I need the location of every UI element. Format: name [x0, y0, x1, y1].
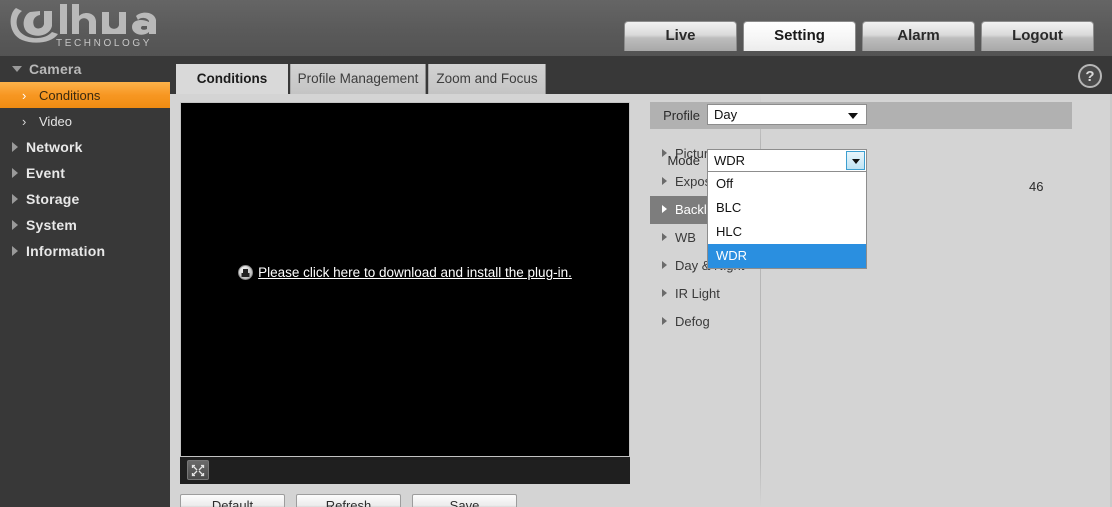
- triangle-right-icon: [662, 177, 667, 185]
- conditions-item-ir-light[interactable]: IR Light: [650, 280, 760, 308]
- chevron-down-icon[interactable]: [846, 151, 865, 170]
- sidebar-group-label: Network: [26, 139, 83, 155]
- mode-option-wdr[interactable]: WDR: [708, 244, 866, 268]
- sidebar-group-label: Information: [26, 243, 106, 259]
- fullscreen-icon[interactable]: [187, 460, 209, 480]
- triangle-right-icon: [12, 142, 18, 152]
- top-navigation: Live Setting Alarm Logout: [624, 21, 1094, 51]
- mode-option-off[interactable]: Off: [708, 172, 866, 196]
- sidebar-item-label: Video: [39, 113, 73, 129]
- sidebar-group-label: Event: [26, 165, 66, 181]
- triangle-down-icon: [12, 66, 22, 72]
- sidebar-group-label: Camera: [29, 61, 82, 77]
- mode-label: Mode: [667, 153, 700, 168]
- chevron-right-icon: ›: [22, 113, 27, 129]
- sidebar-group-camera[interactable]: Camera: [0, 56, 170, 82]
- triangle-right-icon: [662, 233, 667, 241]
- tab-zoom-and-focus[interactable]: Zoom and Focus: [428, 64, 546, 94]
- chevron-right-icon: ›: [22, 87, 27, 103]
- sidebar-group-network[interactable]: Network: [0, 134, 170, 160]
- wdr-level-value: 46: [1029, 179, 1044, 194]
- dahua-logo: TECHNOLOGY: [8, 2, 188, 50]
- tab-conditions[interactable]: Conditions: [176, 64, 288, 94]
- sidebar-group-label: System: [26, 217, 78, 233]
- profile-label: Profile: [663, 108, 700, 123]
- conditions-item-label: Defog: [675, 314, 710, 329]
- triangle-right-icon: [12, 194, 18, 204]
- triangle-right-icon: [662, 261, 667, 269]
- plugin-message: Please click here to download and instal…: [258, 265, 572, 280]
- mode-dropdown-options: Off BLC HLC WDR: [707, 172, 867, 269]
- svg-text:TECHNOLOGY: TECHNOLOGY: [56, 38, 152, 49]
- triangle-right-icon: [12, 220, 18, 230]
- video-toolbar: [180, 457, 630, 484]
- mode-option-hlc[interactable]: HLC: [708, 220, 866, 244]
- sidebar-item-label: Conditions: [39, 87, 101, 103]
- profile-value: Day: [714, 107, 738, 122]
- nav-tab-logout[interactable]: Logout: [981, 21, 1094, 51]
- content-tabbar: Conditions Profile Management Zoom and F…: [170, 56, 1112, 94]
- save-button[interactable]: Save: [412, 494, 517, 507]
- nav-tab-setting[interactable]: Setting: [743, 21, 856, 51]
- help-icon[interactable]: ?: [1078, 64, 1102, 88]
- chevron-down-icon: [848, 113, 858, 119]
- conditions-item-label: WB: [675, 230, 696, 245]
- mode-select[interactable]: WDR: [707, 149, 867, 172]
- triangle-right-icon: [12, 168, 18, 178]
- tab-profile-management[interactable]: Profile Management: [290, 64, 426, 94]
- refresh-button[interactable]: Refresh: [296, 494, 401, 507]
- video-preview[interactable]: Please click here to download and instal…: [180, 102, 630, 457]
- triangle-right-icon: [662, 317, 667, 325]
- sidebar-item-video[interactable]: › Video: [0, 108, 170, 134]
- triangle-right-icon: [662, 289, 667, 297]
- profile-select[interactable]: Day: [707, 104, 867, 125]
- action-buttons: Default Refresh Save: [180, 494, 517, 507]
- sidebar-group-label: Storage: [26, 191, 80, 207]
- sidebar-group-system[interactable]: System: [0, 212, 170, 238]
- sidebar-group-storage[interactable]: Storage: [0, 186, 170, 212]
- mode-option-blc[interactable]: BLC: [708, 196, 866, 220]
- conditions-item-label: IR Light: [675, 286, 720, 301]
- sidebar: Camera › Conditions › Video Network Even…: [0, 56, 170, 507]
- dahua-camera-settings-page: TECHNOLOGY Live Setting Alarm Logout Cam…: [0, 0, 1112, 507]
- plugin-download-link[interactable]: Please click here to download and instal…: [181, 265, 629, 280]
- page-header: TECHNOLOGY Live Setting Alarm Logout: [0, 0, 1112, 56]
- nav-tab-alarm[interactable]: Alarm: [862, 21, 975, 51]
- mode-value: WDR: [714, 153, 746, 168]
- triangle-right-icon: [12, 246, 18, 256]
- nav-tab-live[interactable]: Live: [624, 21, 737, 51]
- conditions-item-defog[interactable]: Defog: [650, 308, 760, 336]
- sidebar-group-event[interactable]: Event: [0, 160, 170, 186]
- triangle-right-icon: [662, 205, 667, 213]
- download-icon: [238, 265, 254, 280]
- sidebar-group-information[interactable]: Information: [0, 238, 170, 264]
- sidebar-item-conditions[interactable]: › Conditions: [0, 82, 170, 108]
- default-button[interactable]: Default: [180, 494, 285, 507]
